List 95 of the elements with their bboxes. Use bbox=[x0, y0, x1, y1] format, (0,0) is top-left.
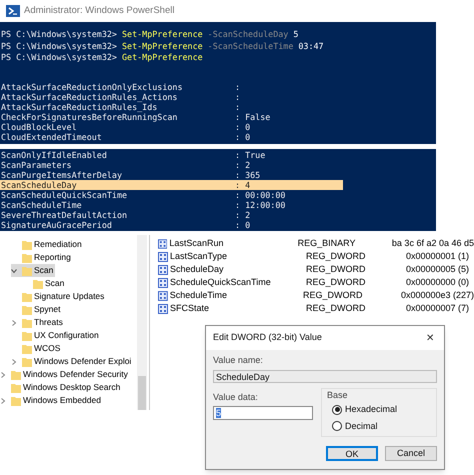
value-data: 0x00000001 (1) bbox=[406, 250, 470, 263]
prompt-text: PS C:\Windows\system32> bbox=[1, 52, 117, 62]
property-name: CloudBlockLevel bbox=[1, 122, 78, 132]
value-data-field[interactable]: 5 bbox=[213, 406, 313, 420]
property-name: ScanOnlyIfIdleEnabled bbox=[1, 150, 108, 160]
dialog-title: Edit DWORD (32-bit) Value bbox=[213, 331, 322, 344]
group-label: Base bbox=[327, 388, 349, 402]
property-value: : bbox=[235, 82, 240, 92]
cancel-button[interactable]: Cancel bbox=[385, 446, 437, 461]
property-name: ScanParameters bbox=[1, 160, 73, 170]
field-label: Value name: bbox=[213, 354, 264, 367]
scrollbar-thumb[interactable] bbox=[138, 376, 146, 410]
tree-item[interactable]: UX Configuration bbox=[11, 329, 101, 342]
binary-value-icon bbox=[158, 278, 168, 288]
tree-item[interactable]: Windows Defender Exploi bbox=[11, 355, 134, 368]
property-name: AttackSurfaceReductionRules_Ids bbox=[1, 102, 158, 112]
field-label: Value data: bbox=[213, 390, 259, 404]
parameter-text: -ScanScheduleDay bbox=[208, 29, 288, 39]
property-name: SignatureAuGracePeriod bbox=[1, 220, 113, 230]
property-value: : bbox=[235, 92, 240, 102]
value-name[interactable]: LastScanRun bbox=[167, 236, 298, 250]
close-button[interactable]: ✕ bbox=[423, 330, 437, 346]
chevron-right-icon[interactable] bbox=[0, 398, 6, 404]
argument-text: 5 bbox=[293, 29, 298, 39]
value-data: 0x00000005 (5) bbox=[406, 262, 470, 276]
value-data: 0x000000e3 (227) bbox=[400, 288, 474, 302]
property-value: : 2 bbox=[235, 160, 250, 170]
parameter-text: -ScanScheduleTime bbox=[208, 40, 294, 50]
property-name: ScanScheduleQuickScanTime bbox=[1, 190, 128, 200]
cmdlet-text: Get-MpPreference bbox=[122, 52, 203, 62]
value-name-field[interactable]: ScheduleDay bbox=[213, 370, 437, 382]
binary-value-icon bbox=[158, 264, 168, 274]
property-value: : 0 bbox=[235, 220, 250, 230]
value-data: ba 3c 6f a2 0a 46 d5 bbox=[392, 236, 474, 250]
chevron-right-icon[interactable] bbox=[0, 372, 6, 378]
chevron-right-icon[interactable] bbox=[11, 320, 17, 326]
property-value: : True bbox=[235, 150, 266, 160]
binary-value-icon bbox=[158, 304, 168, 314]
tree-item[interactable]: Scan bbox=[22, 277, 66, 290]
property-value: : False bbox=[235, 112, 270, 122]
property-name: ScanPurgeItemsAfterDelay bbox=[1, 170, 124, 180]
value-data: 0x00000000 (0) bbox=[406, 276, 470, 289]
property-value: : 4 bbox=[235, 180, 250, 190]
radio-option[interactable]: Decimal bbox=[332, 420, 431, 433]
property-name: CloudExtendedTimeout bbox=[1, 132, 103, 142]
tree-item[interactable]: Remediation bbox=[11, 238, 84, 251]
chevron-right-icon[interactable] bbox=[11, 358, 17, 364]
value-name[interactable]: SFCState bbox=[168, 302, 306, 316]
value-type: REG_DWORD bbox=[306, 276, 367, 289]
prompt-text: PS C:\Windows\system32> bbox=[1, 29, 117, 39]
property-name: AttackSurfaceReductionOnlyExclusions bbox=[1, 82, 184, 92]
value-data: 0x00000007 (7) bbox=[406, 302, 470, 315]
value-type: REG_BINARY bbox=[298, 236, 356, 250]
cmdlet-text: Set-MpPreference bbox=[122, 40, 203, 50]
property-name: AttackSurfaceReductionRules_Actions bbox=[1, 92, 178, 102]
property-value: : 12:00:00 bbox=[235, 200, 286, 210]
property-value: : 365 bbox=[235, 170, 260, 180]
value-name[interactable]: ScheduleTime bbox=[168, 288, 303, 302]
chevron-down-icon[interactable] bbox=[11, 268, 17, 274]
value-type: REG_DWORD bbox=[303, 288, 364, 302]
window-title: Administrator: Windows PowerShell bbox=[24, 4, 174, 18]
tree-item[interactable]: Threats bbox=[11, 316, 65, 329]
property-value: : bbox=[235, 102, 240, 112]
property-value: : 0 bbox=[235, 122, 250, 132]
tree-item[interactable]: Spynet bbox=[11, 303, 62, 316]
property-name: ScanScheduleTime bbox=[1, 200, 83, 210]
scrollbar[interactable] bbox=[137, 235, 147, 410]
binary-value-icon bbox=[158, 290, 168, 300]
tree-item[interactable]: Reporting bbox=[11, 251, 73, 264]
value-name[interactable]: LastScanType bbox=[168, 250, 306, 264]
value-name[interactable]: ScheduleDay bbox=[168, 262, 306, 276]
tree-item[interactable]: WCOS bbox=[11, 342, 62, 355]
tree-item[interactable]: Windows Embedded bbox=[0, 394, 103, 407]
argument-text: 03:47 bbox=[298, 40, 324, 50]
value-type: REG_DWORD bbox=[306, 250, 367, 263]
tree-item[interactable]: Windows Defender Security bbox=[0, 368, 130, 381]
ok-button[interactable]: OK bbox=[326, 446, 378, 461]
property-name: ScanScheduleDay bbox=[1, 180, 78, 190]
property-value: : 00:00:00 bbox=[235, 190, 286, 200]
property-name: CheckForSignaturesBeforeRunningScan bbox=[1, 112, 178, 122]
property-value: : 2 bbox=[235, 210, 250, 220]
powershell-icon bbox=[6, 5, 20, 17]
tree-item[interactable]: Signature Updates bbox=[11, 290, 106, 303]
cmdlet-text: Set-MpPreference bbox=[122, 29, 203, 39]
radio-option[interactable]: Hexadecimal bbox=[332, 403, 431, 416]
tree-item[interactable]: Scan bbox=[11, 264, 56, 277]
property-name: SevereThreatDefaultAction bbox=[1, 210, 128, 220]
value-type: REG_DWORD bbox=[306, 302, 367, 315]
tree-item[interactable]: Windows Desktop Search bbox=[0, 381, 122, 394]
binary-value-icon bbox=[158, 252, 168, 262]
prompt-text: PS C:\Windows\system32> bbox=[1, 40, 117, 50]
value-name[interactable]: ScheduleQuickScanTime bbox=[168, 276, 306, 290]
value-type: REG_DWORD bbox=[306, 262, 367, 276]
property-value: : 0 bbox=[235, 132, 250, 142]
binary-value-icon bbox=[158, 238, 168, 248]
